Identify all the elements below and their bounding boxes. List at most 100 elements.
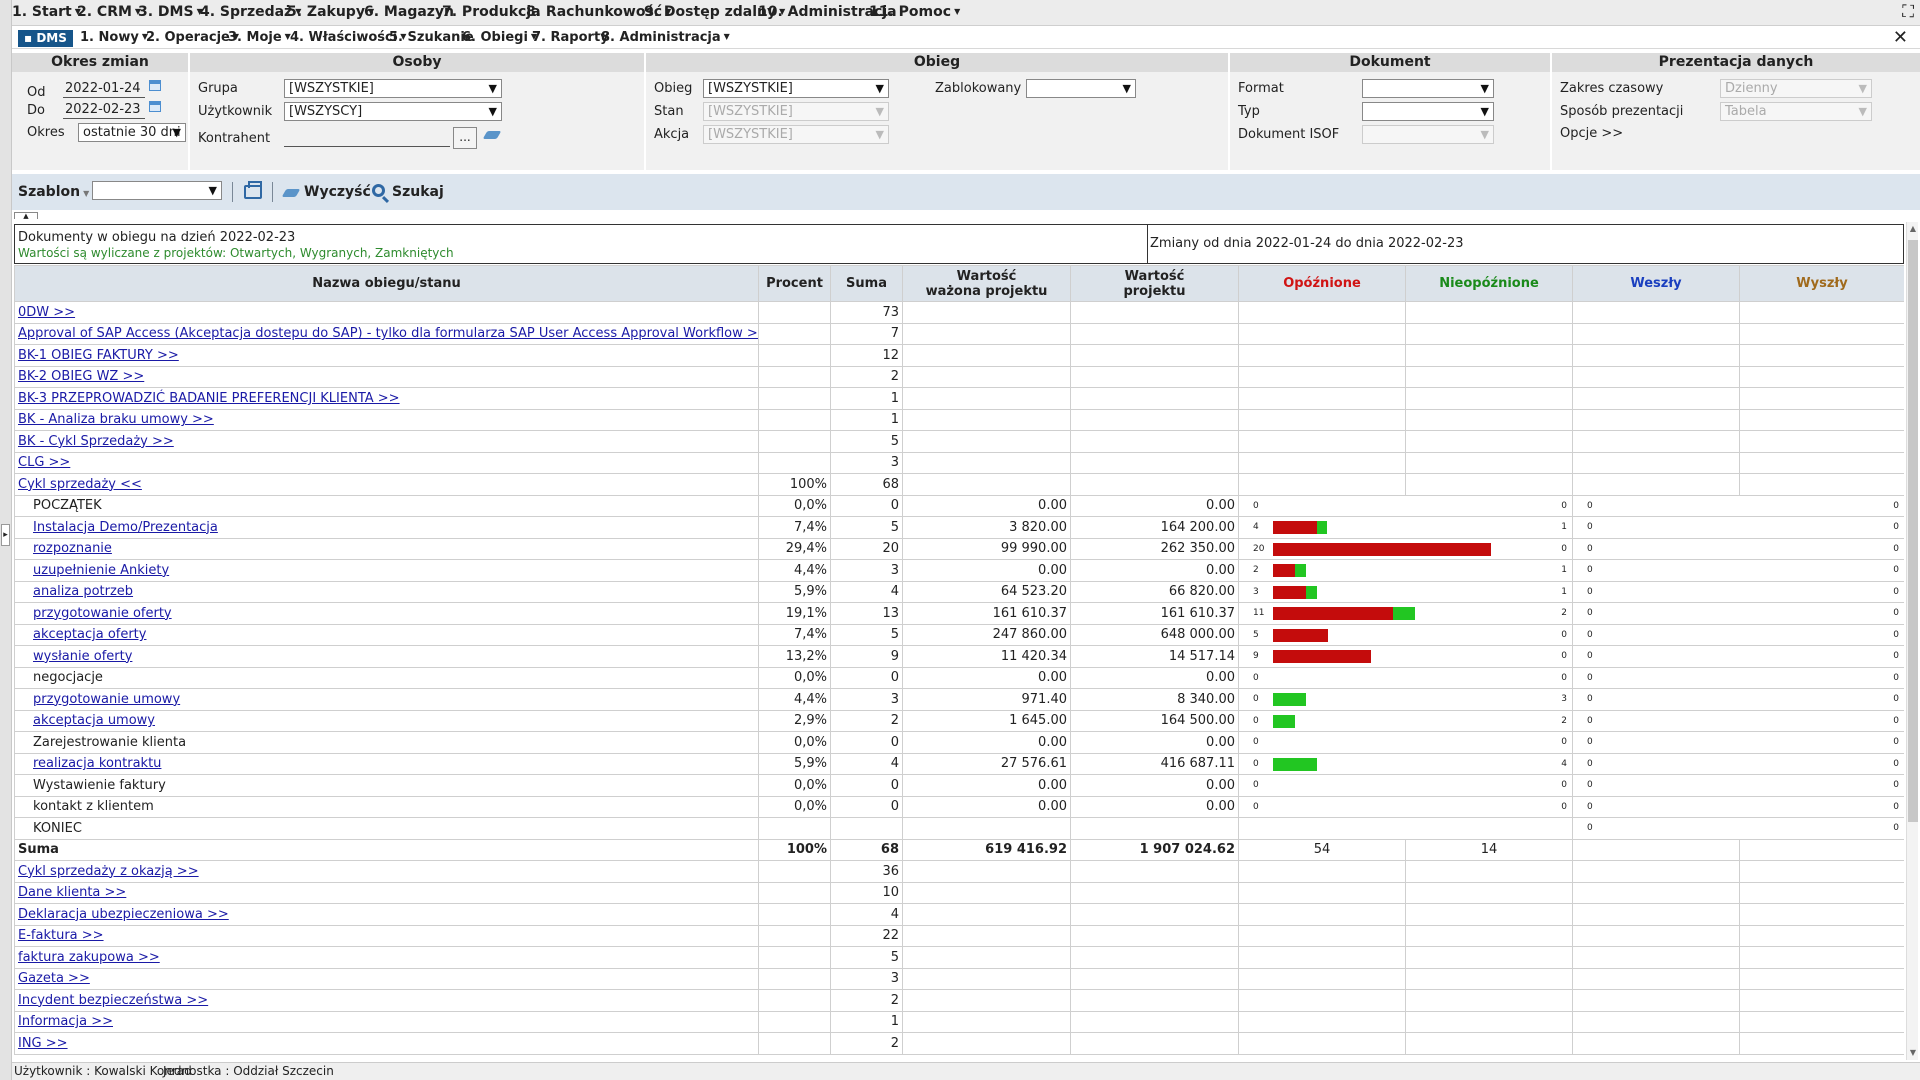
cell-percent: 7,4%	[758, 623, 831, 646]
late-count: 4	[1253, 522, 1259, 532]
table-row: akceptacja oferty 7,4% 5 247 860.00 648 000.…	[14, 623, 1904, 646]
workflow-link[interactable]: Dane klienta >>	[18, 885, 126, 900]
eraser-icon[interactable]	[482, 131, 502, 139]
stage-link[interactable]: akceptacja umowy	[33, 713, 155, 728]
col-header-weighted-value[interactable]: Wartość ważona projektu	[902, 265, 1071, 302]
menu-item[interactable]: 11. Pomoc ▼	[869, 4, 960, 20]
cell-percent	[758, 301, 831, 324]
date-from-input[interactable]: 2022-01-24	[63, 80, 145, 98]
workflow-link[interactable]: faktura zakupowa >>	[18, 950, 160, 965]
date-to-input[interactable]: 2022-02-23	[63, 101, 145, 119]
user-select[interactable]: [WSZYSCY] ▼	[284, 102, 502, 121]
workflow-link[interactable]: Gazeta >>	[18, 971, 90, 986]
menu-item[interactable]: 5. Zakupy ▼	[287, 4, 374, 20]
workflow-select[interactable]: [WSZYSTKIE] ▼	[703, 79, 889, 98]
options-link[interactable]: Opcje >>	[1560, 126, 1623, 141]
expand-panel-handle[interactable]: ▸	[1, 524, 10, 546]
fullscreen-icon[interactable]: ⛶	[1902, 2, 1914, 22]
cell-percent: 0,0%	[758, 795, 831, 818]
cell-late	[1238, 1010, 1406, 1033]
workflow-link[interactable]: Incydent bezpieczeństwa >>	[18, 993, 208, 1008]
period-select[interactable]: ostatnie 30 dni ▼	[78, 123, 186, 142]
format-select[interactable]: ▼	[1362, 79, 1494, 98]
col-header-entered[interactable]: Weszły	[1572, 265, 1740, 302]
stage-name: kontakt z klientem	[33, 799, 154, 815]
menu-item[interactable]: 1. Start ▼	[12, 4, 81, 20]
ontime-count: 1	[1561, 586, 1567, 597]
workflow-link[interactable]: CLG >>	[18, 455, 70, 470]
col-header-percent[interactable]: Procent	[758, 265, 831, 302]
stage-link[interactable]: Instalacja Demo/Prezentacja	[33, 520, 218, 535]
printer-icon[interactable]	[244, 181, 262, 199]
contractor-input[interactable]	[284, 129, 450, 147]
calendar-icon[interactable]	[149, 101, 161, 112]
close-icon[interactable]: ✕	[1893, 27, 1908, 48]
late-count: 2	[1253, 565, 1259, 575]
stage-link[interactable]: wysłanie oferty	[33, 649, 132, 664]
submenu-item[interactable]: 8. Administracja ▼	[601, 30, 730, 45]
submenu-item[interactable]: 3. Moje ▼	[228, 30, 291, 45]
blocked-select[interactable]: ▼	[1026, 79, 1136, 98]
menu-item[interactable]: 3. DMS ▼	[138, 4, 203, 20]
submenu-item[interactable]: 7. Raporty	[532, 30, 609, 45]
entered-count: 0	[1587, 651, 1593, 661]
cell-late	[1238, 860, 1406, 883]
col-header-exited[interactable]: Wyszły	[1739, 265, 1904, 302]
cell-sum: 5	[830, 516, 903, 539]
menu-item[interactable]: 2. CRM ▼	[77, 4, 141, 20]
clear-button[interactable]: Wyczyść	[304, 184, 371, 200]
vertical-scrollbar[interactable]: ▲ ▼	[1906, 222, 1918, 1060]
template-label[interactable]: Szablon ▼	[18, 184, 89, 200]
workflow-link[interactable]: BK-2 OBIEG WZ >>	[18, 369, 144, 384]
col-header-ontime[interactable]: Nieopóźnione	[1405, 265, 1573, 302]
stage-link[interactable]: analiza potrzeb	[33, 584, 133, 599]
stage-link[interactable]: akceptacja oferty	[33, 627, 146, 642]
submenu-item[interactable]: 5. Szukanie	[389, 30, 474, 45]
chevron-down-icon: ▼	[83, 189, 90, 198]
workflow-link[interactable]: BK - Analiza braku umowy >>	[18, 412, 214, 427]
workflow-link[interactable]: BK-3 PRZEPROWADZIĆ BADANIE PREFERENCJI K…	[18, 391, 400, 406]
scroll-up-arrow[interactable]: ▲	[1907, 222, 1919, 236]
exited-count: 0	[1893, 758, 1899, 769]
stage-link[interactable]: przygotowanie umowy	[33, 692, 180, 707]
type-select[interactable]: ▼	[1362, 102, 1494, 121]
stage-link[interactable]: przygotowanie oferty	[33, 606, 172, 621]
group-select[interactable]: [WSZYSTKIE] ▼	[284, 79, 502, 98]
workflow-link[interactable]: BK-1 OBIEG FAKTURY >>	[18, 348, 179, 363]
col-header-name[interactable]: Nazwa obiegu/stanu	[14, 265, 759, 302]
section-title-people: Osoby	[190, 53, 644, 72]
cell-name: akceptacja oferty	[14, 623, 759, 646]
col-header-late[interactable]: Opóźnione	[1238, 265, 1406, 302]
col-header-sum[interactable]: Suma	[830, 265, 903, 302]
cell-sum: 0	[830, 494, 903, 517]
stage-link[interactable]: uzupełnienie Ankiety	[33, 563, 169, 578]
workflow-link[interactable]: E-faktura >>	[18, 928, 104, 943]
scrollbar-thumb[interactable]	[1908, 240, 1918, 822]
workflow-link[interactable]: ING >>	[18, 1036, 68, 1051]
scroll-down-arrow[interactable]: ▼	[1907, 1046, 1919, 1060]
submenu-active-module[interactable]: ▪ DMS	[18, 30, 73, 47]
workflow-link[interactable]: BK - Cykl Sprzedaży >>	[18, 434, 174, 449]
search-button[interactable]: Szukaj	[392, 184, 444, 200]
calendar-icon[interactable]	[149, 80, 161, 91]
template-select[interactable]: ▼	[92, 181, 222, 200]
submenu-item[interactable]: 6. Obiegi ▼	[462, 30, 537, 45]
workflow-link[interactable]: Cykl sprzedaży z okazją >>	[18, 864, 199, 879]
workflow-link[interactable]: Informacja >>	[18, 1014, 113, 1029]
cell-percent	[758, 430, 831, 453]
workflow-link[interactable]: Approval of SAP Access (Akceptacja doste…	[18, 326, 758, 341]
workflow-link[interactable]: Cykl sprzedaży <<	[18, 477, 142, 492]
menu-item[interactable]: 6. Magazyn	[364, 4, 454, 20]
col-header-project-value[interactable]: Wartość projektu	[1070, 265, 1239, 302]
cell-weighted-value: 0.00	[902, 559, 1071, 582]
submenu-item[interactable]: 1. Nowy ▼	[80, 30, 148, 45]
chevron-down-icon: ▼	[488, 105, 497, 118]
stage-link[interactable]: realizacja kontraktu	[33, 756, 161, 771]
collapse-filters-toggle[interactable]: ▲	[14, 212, 38, 220]
submenu-item[interactable]: 2. Operacje ▼	[146, 30, 239, 45]
submenu-item-label: 2. Operacje	[146, 30, 230, 45]
workflow-link[interactable]: 0DW >>	[18, 305, 75, 320]
contractor-picker-button[interactable]: ...	[453, 127, 477, 149]
workflow-link[interactable]: Deklaracja ubezpieczeniowa >>	[18, 907, 229, 922]
stage-link[interactable]: rozpoznanie	[33, 541, 112, 556]
